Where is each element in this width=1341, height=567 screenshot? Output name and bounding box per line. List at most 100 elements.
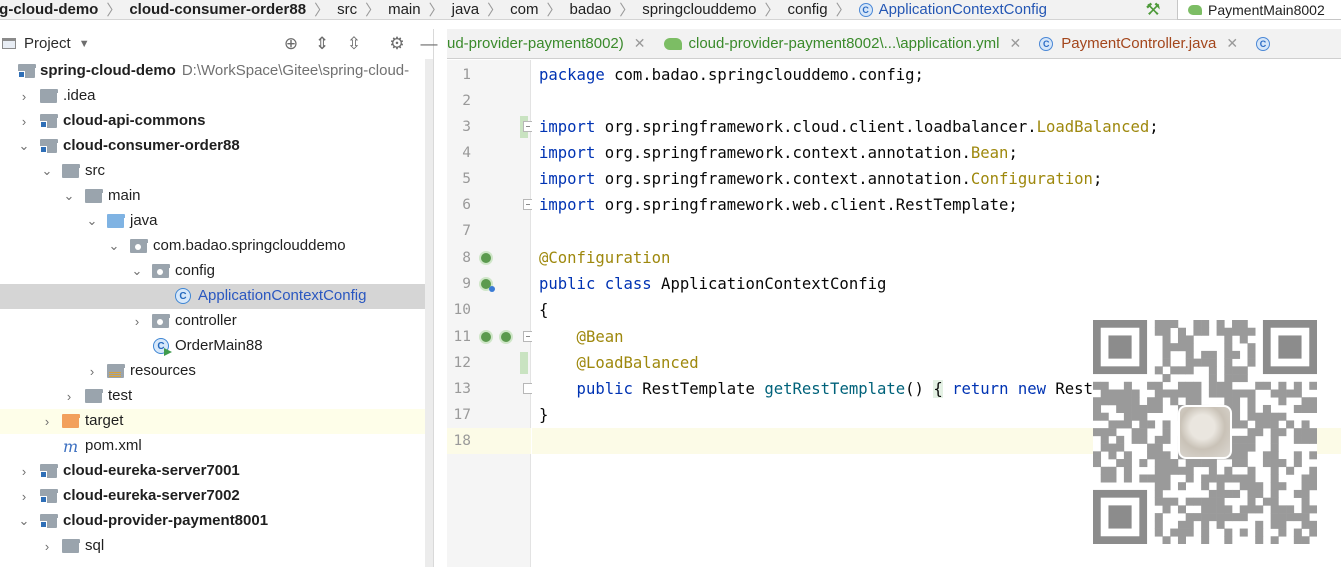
code-text: com.badao.springclouddemo.config; <box>604 66 924 84</box>
keyword-token: import <box>539 118 596 136</box>
tab-overflow[interactable]: C <box>1250 29 1290 58</box>
editor-gutter[interactable]: 1 2 3 4 5 6 7 8 9 10 11 12 13 17 18 <box>447 60 533 567</box>
tab-application-yml[interactable]: cloud-provider-payment8002\...\applicati… <box>658 29 1034 58</box>
project-panel-title[interactable]: Project <box>24 35 71 52</box>
code-text: org.springframework.context.annotation. <box>595 144 971 162</box>
expand-all-icon[interactable]: ⇕ <box>311 33 333 55</box>
chevron-down-icon[interactable]: ▼ <box>79 38 90 50</box>
chevron-right-icon[interactable]: › <box>17 114 31 129</box>
code-text: } <box>539 406 549 424</box>
collapse-all-icon[interactable]: ⇳ <box>343 33 365 55</box>
breadcrumb-item-springclouddemo[interactable]: springclouddemo <box>636 0 762 19</box>
tree-node-pom-xml[interactable]: m pom.xml <box>0 434 433 459</box>
tree-node-controller[interactable]: › controller <box>0 309 433 334</box>
close-icon[interactable]: ✕ <box>1226 35 1238 52</box>
tree-node-test[interactable]: › test <box>0 384 433 409</box>
vcs-change-marker[interactable] <box>520 352 528 374</box>
spring-config-gutter-icon[interactable] <box>479 251 493 265</box>
package-icon <box>130 239 148 253</box>
line-number: 11 <box>453 329 471 345</box>
breadcrumb-item-class[interactable]: C ApplicationContextConfig <box>853 0 1053 19</box>
tree-node-label: pom.xml <box>85 437 142 454</box>
chevron-down-icon[interactable]: ⌄ <box>130 263 144 278</box>
module-path: D:\WorkSpace\Gitee\spring-cloud- <box>181 62 410 79</box>
line-number: 5 <box>462 171 471 187</box>
breadcrumb-item-project[interactable]: ng-cloud-demo <box>0 0 104 19</box>
chevron-right-icon[interactable]: › <box>62 389 76 404</box>
spring-bean-gutter-icon[interactable] <box>479 277 495 292</box>
tree-node-resources[interactable]: › resources <box>0 359 433 384</box>
tree-node-cloud-consumer-order88[interactable]: ⌄ cloud-consumer-order88 <box>0 134 433 159</box>
chevron-down-icon[interactable]: ⌄ <box>85 213 99 228</box>
chevron-right-icon[interactable]: › <box>17 489 31 504</box>
code-line[interactable]: import org.springframework.context.annot… <box>532 166 1341 192</box>
close-icon[interactable]: ✕ <box>1010 35 1022 52</box>
code-line[interactable]: import org.springframework.context.annot… <box>532 140 1341 166</box>
tree-node-sql[interactable]: › sql <box>0 534 433 559</box>
line-number: 17 <box>453 407 471 423</box>
breadcrumb-item-badao[interactable]: badao <box>564 0 618 19</box>
chevron-down-icon[interactable]: ⌄ <box>107 238 121 253</box>
tree-node-label: src <box>85 162 105 179</box>
tree-node-main[interactable]: ⌄ main <box>0 184 433 209</box>
tree-node-java[interactable]: ⌄ java <box>0 209 433 234</box>
run-configuration-selector[interactable]: PaymentMain8002 <box>1177 0 1341 20</box>
tab-payment-main-8002[interactable]: ud-provider-payment8002) ✕ <box>447 29 658 58</box>
chevron-right-icon[interactable]: › <box>85 364 99 379</box>
line-number: 1 <box>462 67 471 83</box>
breadcrumb-item-main[interactable]: main <box>382 0 427 19</box>
keyword-token: return new <box>952 380 1056 398</box>
tree-node-package-springclouddemo[interactable]: ⌄ com.badao.springclouddemo <box>0 234 433 259</box>
line-number: 8 <box>462 250 471 266</box>
breadcrumb-item-src[interactable]: src <box>331 0 363 19</box>
folder-icon <box>40 89 58 103</box>
tree-node-cloud-api-commons[interactable]: › cloud-api-commons <box>0 109 433 134</box>
line-number: 12 <box>453 355 471 371</box>
code-line[interactable]: @Configuration <box>532 245 1341 271</box>
chevron-right-icon[interactable]: › <box>40 539 54 554</box>
chevron-down-icon[interactable]: ⌄ <box>17 513 31 528</box>
tree-node-cloud-eureka-server7001[interactable]: › cloud-eureka-server7001 <box>0 459 433 484</box>
project-panel-scrollbar[interactable] <box>425 59 433 567</box>
build-hammer-icon[interactable]: ⚒ <box>1142 0 1164 20</box>
tree-node-idea[interactable]: › .idea <box>0 84 433 109</box>
tree-node-config[interactable]: ⌄ config <box>0 259 433 284</box>
breadcrumb-item-java[interactable]: java <box>446 0 486 19</box>
tree-node-cloud-provider-payment8001[interactable]: ⌄ cloud-provider-payment8001 <box>0 509 433 534</box>
close-icon[interactable]: ✕ <box>634 35 646 52</box>
tree-node-label: ApplicationContextConfig <box>198 287 367 304</box>
keyword-token: public class <box>539 275 652 293</box>
chevron-down-icon[interactable]: ⌄ <box>40 163 54 178</box>
code-line[interactable]: import org.springframework.web.client.Re… <box>532 192 1341 218</box>
spring-config-gutter-icon[interactable] <box>499 330 513 344</box>
breadcrumb-item-module[interactable]: cloud-consumer-order88 <box>123 0 312 19</box>
tree-node-cloud-eureka-server7002[interactable]: › cloud-eureka-server7002 <box>0 484 433 509</box>
code-line[interactable]: import org.springframework.cloud.client.… <box>532 114 1341 140</box>
gear-icon[interactable]: ⚙ <box>386 33 408 55</box>
chevron-right-icon[interactable]: › <box>40 414 54 429</box>
chevron-right-icon[interactable]: › <box>130 314 144 329</box>
tree-node-target[interactable]: › target <box>0 409 433 434</box>
chevron-down-icon[interactable]: ⌄ <box>17 138 31 153</box>
tree-node-ordermain88[interactable]: C OrderMain88 <box>0 334 433 359</box>
code-line[interactable]: public class ApplicationContextConfig <box>532 271 1341 297</box>
annotation-token: @Configuration <box>539 249 671 267</box>
tree-node-spring-cloud-demo[interactable]: ⌄ spring-cloud-demoD:\WorkSpace\Gitee\sp… <box>0 59 433 84</box>
code-text: { <box>933 380 943 398</box>
breadcrumb-item-com[interactable]: com <box>504 0 544 19</box>
locate-file-icon[interactable]: ⊕ <box>280 33 302 55</box>
breadcrumb-item-config[interactable]: config <box>782 0 834 19</box>
chevron-right-icon[interactable]: › <box>17 89 31 104</box>
tree-node-src[interactable]: ⌄ src <box>0 159 433 184</box>
tab-payment-controller[interactable]: C PaymentController.java ✕ <box>1033 29 1250 58</box>
spring-bean-gutter-icon[interactable] <box>479 330 493 344</box>
code-line[interactable]: package com.badao.springclouddemo.config… <box>532 62 1341 88</box>
hide-panel-icon[interactable]: — <box>418 33 440 55</box>
chevron-right-icon[interactable]: › <box>17 464 31 479</box>
class-icon: C <box>1256 36 1271 51</box>
chevron-down-icon[interactable]: ⌄ <box>62 188 76 203</box>
project-view-icon <box>2 38 16 49</box>
tree-node-application-context-config[interactable]: C ApplicationContextConfig <box>0 284 433 309</box>
module-folder-icon <box>40 489 58 503</box>
